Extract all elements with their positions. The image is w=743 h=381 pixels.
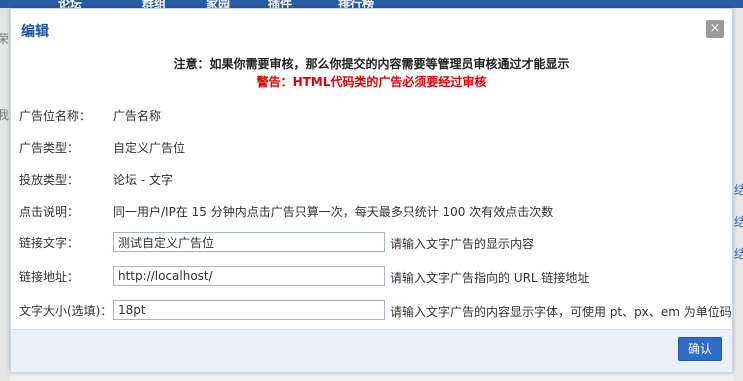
nav-item-groups[interactable]: 群组 — [142, 0, 166, 8]
input-row-link-url: 链接地址： 请输入文字广告指向的 URL 链接地址 — [11, 266, 732, 286]
field-row-placement: 投放类型： 论坛 - 文字 — [11, 169, 732, 189]
field-value: 同一用户/IP在 15 分钟内点击广告只算一次，每天最多只统计 100 次有效点… — [113, 205, 554, 219]
field-row-click-note: 点击说明： 同一用户/IP在 15 分钟内点击广告只算一次，每天最多只统计 10… — [11, 201, 732, 221]
background-left-text: 荣 — [0, 32, 10, 46]
nav-item-home[interactable]: 家园 — [206, 0, 230, 8]
field-value: 自定义广告位 — [113, 141, 186, 155]
close-button[interactable]: × — [706, 20, 724, 38]
link-text-input[interactable] — [113, 232, 385, 252]
field-row-ad-type: 广告类型： 自定义广告位 — [11, 137, 732, 157]
input-label: 文字大小(选填)： — [19, 304, 113, 318]
field-row-ad-name: 广告位名称： 广告名称 — [11, 105, 732, 125]
html-warning: 警告：HTML代码类的广告必须要经过审核 — [256, 75, 487, 89]
confirm-button[interactable]: 确认 — [678, 337, 722, 361]
background-left-strip: 荣 我 — [0, 8, 10, 381]
input-hint: 请输入文字广告的内容显示字体，可使用 pt、px、em 为单位码 — [390, 305, 732, 319]
field-label: 投放类型： — [19, 173, 80, 187]
field-label: 点击说明： — [19, 205, 80, 219]
field-label: 广告位名称： — [19, 109, 92, 123]
input-row-link-text: 链接文字： 请输入文字广告的显示内容 — [11, 232, 732, 252]
dialog-title: 编辑 — [21, 24, 49, 40]
background-right-link[interactable]: 结 — [734, 181, 743, 198]
background-left-text: 我 — [0, 108, 10, 122]
background-nav-bar: 论坛 群组 家园 插件 排行榜 — [0, 0, 743, 8]
nav-item-forum[interactable]: 论坛 — [58, 0, 82, 8]
input-label: 链接文字： — [19, 236, 80, 250]
link-url-input[interactable] — [113, 266, 385, 286]
field-value: 论坛 - 文字 — [113, 173, 173, 187]
input-hint: 请输入文字广告指向的 URL 链接地址 — [390, 271, 590, 285]
background-right-strip: 结 结 结 — [733, 8, 743, 381]
input-hint: 请输入文字广告的显示内容 — [390, 237, 535, 251]
background-right-link[interactable]: 结 — [734, 245, 743, 262]
dialog-footer: 确认 — [11, 329, 732, 372]
input-row-font-size: 文字大小(选填)： 请输入文字广告的内容显示字体，可使用 pt、px、em 为单… — [11, 300, 732, 320]
dialog-header: 编辑 × — [11, 9, 732, 51]
review-notice: 注意：如果你需要审核，那么你提交的内容需要等管理员审核通过才能显示 — [173, 57, 570, 71]
close-icon: × — [709, 21, 721, 36]
nav-item-plugins[interactable]: 插件 — [268, 0, 292, 8]
nav-item-rankings[interactable]: 排行榜 — [338, 0, 374, 8]
input-label: 链接地址： — [19, 270, 80, 284]
field-label: 广告类型： — [19, 141, 80, 155]
background-right-link[interactable]: 结 — [734, 213, 743, 230]
edit-dialog: 编辑 × 注意：如果你需要审核，那么你提交的内容需要等管理员审核通过才能显示 警… — [10, 8, 733, 373]
font-size-input[interactable] — [113, 300, 385, 320]
field-value: 广告名称 — [113, 109, 162, 123]
